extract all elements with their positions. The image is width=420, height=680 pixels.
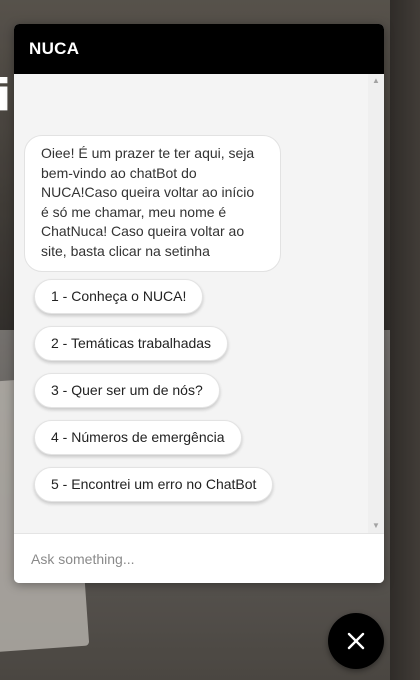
scrollbar[interactable]: ▲ ▼: [368, 74, 384, 533]
message-input[interactable]: [29, 549, 369, 568]
chat-messages[interactable]: Oiee! É um prazer te ter aqui, seja bem-…: [14, 74, 384, 533]
option-button-2[interactable]: 2 - Temáticas trabalhadas: [34, 326, 229, 361]
quick-reply-options: 1 - Conheça o NUCA! 2 - Temáticas trabal…: [34, 279, 274, 514]
option-button-1[interactable]: 1 - Conheça o NUCA!: [34, 279, 204, 314]
chat-title: NUCA: [29, 39, 80, 58]
message-input-bar: [14, 533, 384, 583]
background-heading-fragment: i: [0, 70, 12, 121]
close-chat-button[interactable]: [328, 613, 384, 669]
scroll-up-arrow-icon[interactable]: ▲: [368, 74, 384, 88]
scroll-down-arrow-icon[interactable]: ▼: [368, 519, 384, 533]
bot-message-bubble: Oiee! É um prazer te ter aqui, seja bem-…: [24, 135, 281, 272]
option-button-5[interactable]: 5 - Encontrei um erro no ChatBot: [34, 467, 274, 502]
option-button-3[interactable]: 3 - Quer ser um de nós?: [34, 373, 220, 408]
option-button-4[interactable]: 4 - Números de emergência: [34, 420, 242, 455]
chat-window: NUCA Oiee! É um prazer te ter aqui, seja…: [14, 24, 384, 583]
close-icon: [347, 632, 365, 650]
chat-header: NUCA: [14, 24, 384, 74]
